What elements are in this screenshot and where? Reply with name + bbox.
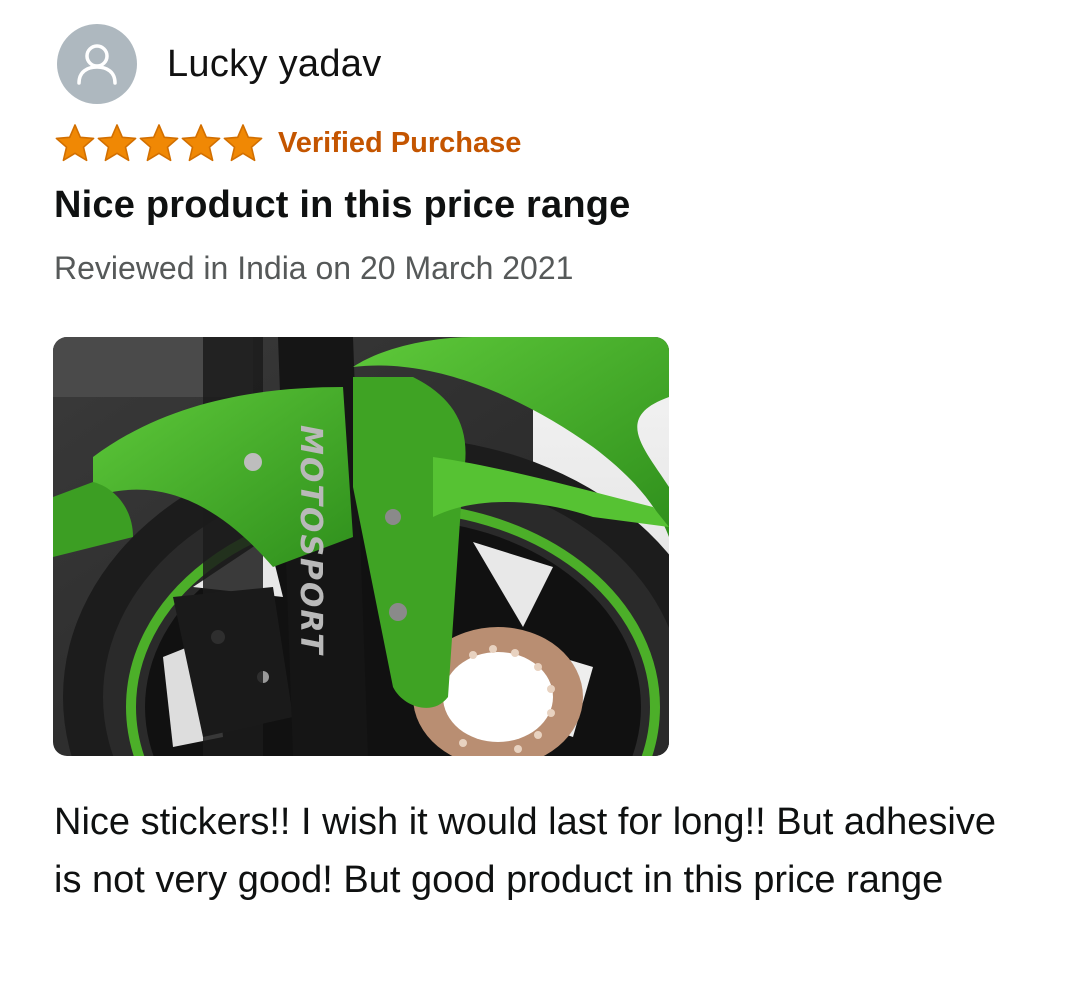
rating-row: Verified Purchase [54,122,521,164]
motosport-fork-text: MOTOSPORT [293,425,328,656]
star-icon [181,124,221,162]
review-body: Nice stickers!! I wish it would last for… [54,801,996,901]
star-icon [97,124,137,162]
verified-purchase-badge: Verified Purchase [278,126,522,159]
reviewer-profile[interactable]: Lucky yadav [57,24,382,104]
avatar[interactable] [57,24,137,104]
review-card: Lucky yadav Verified Purchase Nice produ… [0,0,1080,995]
star-rating [54,122,264,164]
review-date: Reviewed in India on 20 March 2021 [54,250,574,286]
star-icon [139,124,179,162]
motorcycle-wheel-photo: MOTOSPORT [53,337,669,756]
star-icon [223,124,263,162]
reviewer-name[interactable]: Lucky yadav [167,43,382,86]
user-silhouette-icon [77,44,117,85]
review-title: Nice product in this price range [54,184,631,226]
star-icon [55,124,95,162]
review-image[interactable]: MOTOSPORT [53,337,669,756]
